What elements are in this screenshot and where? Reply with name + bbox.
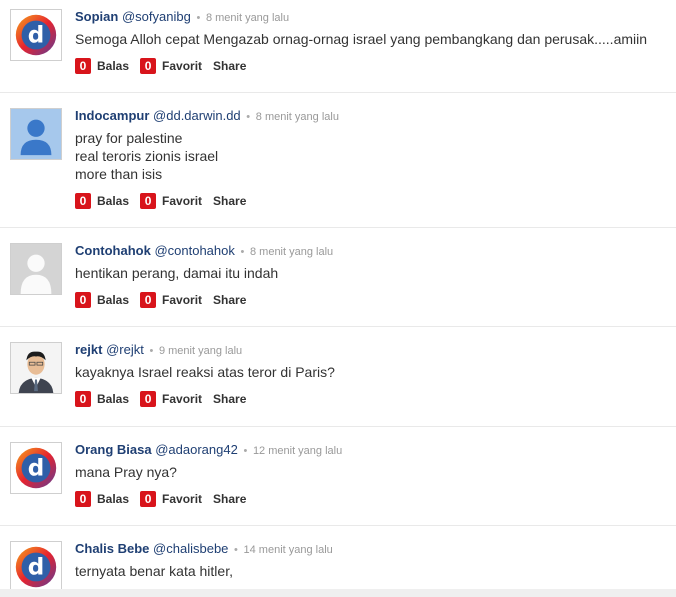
reply-button[interactable]: Balas (97, 492, 129, 506)
horizontal-scrollbar[interactable] (0, 589, 676, 597)
comment-text: hentikan perang, damai itu indah (75, 264, 278, 282)
comment-item: Indocampur @dd.darwin.dd • 8 menit yang … (0, 92, 676, 228)
svg-text:d: d (28, 456, 45, 482)
detik-logo-icon[interactable]: d (10, 442, 62, 494)
share-button[interactable]: Share (213, 492, 246, 506)
reply-button[interactable]: Balas (97, 194, 129, 208)
favorite-count-badge: 0 (140, 292, 157, 308)
user-photo[interactable] (10, 342, 62, 394)
comment-time: 8 menit yang lalu (249, 246, 334, 258)
comment-item: rejkt @rejkt • 9 menit yang lalu kayakny… (0, 326, 676, 427)
favorite-button[interactable]: Favorit (162, 293, 202, 307)
default-user-grey-icon[interactable] (10, 243, 62, 295)
comment-author-handle[interactable]: @dd.darwin.dd (153, 108, 241, 123)
comment-text: Semoga Alloh cepat Mengazab ornag-ornag … (75, 30, 647, 48)
comment-actions: 0 Balas 0 Favorit Share (75, 490, 257, 508)
comment-actions: 0 Balas 0 Favorit Share (75, 390, 257, 408)
comment-actions: 0 Balas 0 Favorit Share (75, 192, 257, 210)
favorite-button[interactable]: Favorit (162, 492, 202, 506)
comment-actions: 0 Balas 0 Favorit Share (75, 57, 257, 75)
reply-count-badge: 0 (75, 292, 91, 308)
detik-logo-icon[interactable]: d (10, 541, 62, 593)
reply-count-badge: 0 (75, 491, 91, 507)
svg-text:d: d (28, 23, 45, 49)
separator-dot: • (234, 544, 238, 556)
comment-author-handle[interactable]: @contohahok (154, 243, 234, 258)
comment-time: 12 menit yang lalu (252, 445, 343, 457)
comment-time: 8 menit yang lalu (205, 12, 290, 24)
comment-time: 9 menit yang lalu (158, 345, 243, 357)
reply-button[interactable]: Balas (97, 59, 129, 73)
favorite-button[interactable]: Favorit (162, 392, 202, 406)
reply-count-badge: 0 (75, 58, 91, 74)
comment-author-handle[interactable]: @sofyanibg (122, 9, 191, 24)
comment-time: 14 menit yang lalu (243, 544, 333, 556)
comment-line: kayaknya Israel reaksi atas teror di Par… (75, 364, 335, 380)
detik-logo-icon[interactable]: d (10, 9, 62, 61)
comment-line: pray for palestine (75, 130, 183, 146)
separator-dot: • (243, 445, 248, 457)
comment-text: kayaknya Israel reaksi atas teror di Par… (75, 363, 335, 381)
separator-dot: • (149, 345, 154, 357)
comment-text: mana Pray nya? (75, 463, 177, 481)
reply-button[interactable]: Balas (97, 392, 129, 406)
favorite-count-badge: 0 (140, 391, 157, 407)
comment-author-name[interactable]: rejkt (75, 342, 102, 357)
comment-author-name[interactable]: Chalis Bebe (75, 541, 149, 556)
comment-actions: 0 Balas 0 Favorit Share (75, 291, 257, 309)
share-button[interactable]: Share (213, 293, 246, 307)
comment-author-name[interactable]: Sopian (75, 9, 118, 24)
comment-line: hentikan perang, damai itu indah (75, 265, 279, 281)
separator-dot: • (196, 12, 201, 24)
comment-line: ternyata benar kata hitler, (75, 563, 233, 579)
comment-line: Semoga Alloh cepat Mengazab ornag-ornag … (75, 31, 648, 47)
comment-author-handle[interactable]: @rejkt (106, 342, 144, 357)
comment-text: ternyata benar kata hitler, (75, 562, 233, 580)
favorite-button[interactable]: Favorit (162, 194, 202, 208)
comment-author-name[interactable]: Contohahok (75, 243, 151, 258)
comment-author-handle[interactable]: @chalisbebe (153, 541, 228, 556)
favorite-count-badge: 0 (140, 193, 157, 209)
favorite-count-badge: 0 (140, 491, 157, 507)
svg-text:d: d (28, 555, 45, 581)
comment-item: d Chalis Bebe @chalisbebe • 14 menit yan… (0, 525, 676, 593)
default-user-blue-icon[interactable] (10, 108, 62, 160)
comment-item: Contohahok @contohahok • 8 menit yang la… (0, 227, 676, 327)
separator-dot: • (246, 111, 251, 123)
comment-author-name[interactable]: Indocampur (75, 108, 149, 123)
comment-item: d Orang Biasa @adaorang42 • 12 menit yan… (0, 426, 676, 526)
reply-button[interactable]: Balas (97, 293, 129, 307)
reply-count-badge: 0 (75, 391, 91, 407)
reply-count-badge: 0 (75, 193, 91, 209)
comment-author-name[interactable]: Orang Biasa (75, 442, 152, 457)
comment-text: pray for palestine real teroris zionis i… (75, 129, 218, 183)
separator-dot: • (240, 246, 245, 258)
share-button[interactable]: Share (213, 59, 246, 73)
comment-time: 8 menit yang lalu (255, 111, 339, 123)
comment-line: mana Pray nya? (75, 464, 177, 480)
share-button[interactable]: Share (213, 194, 246, 208)
comment-item: d Sopian @sofyanibg • 8 menit yang lalu … (0, 0, 676, 93)
share-button[interactable]: Share (213, 392, 246, 406)
favorite-button[interactable]: Favorit (162, 59, 202, 73)
comment-line: more than isis (75, 166, 163, 182)
comment-author-handle[interactable]: @adaorang42 (155, 442, 238, 457)
comment-line: real teroris zionis israel (75, 148, 219, 164)
favorite-count-badge: 0 (140, 58, 157, 74)
